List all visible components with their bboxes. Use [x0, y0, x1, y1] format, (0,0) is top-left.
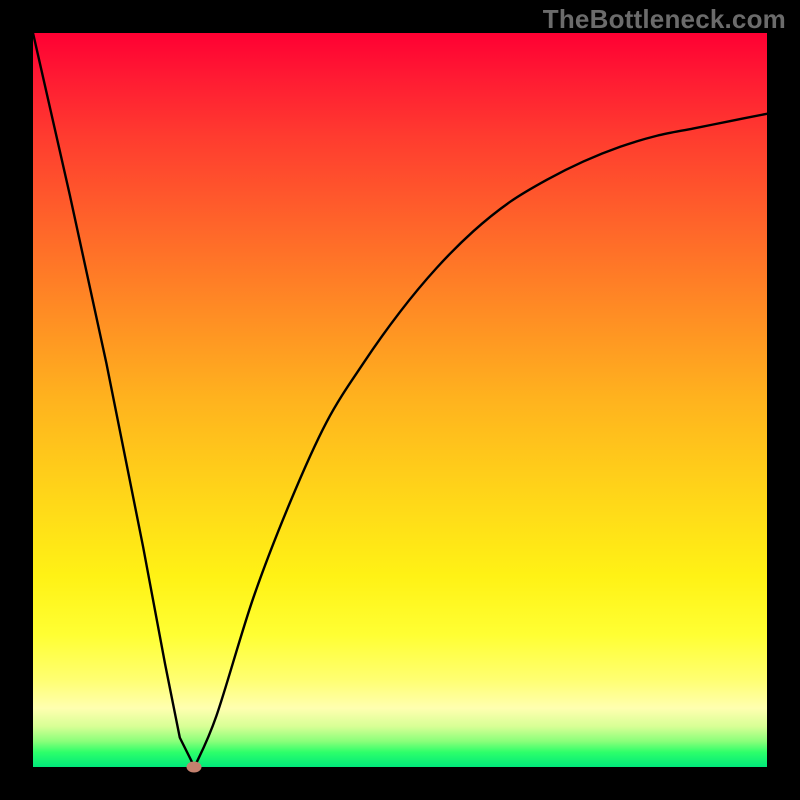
watermark-text: TheBottleneck.com — [543, 4, 786, 35]
optimal-point-marker — [187, 762, 202, 773]
curve-svg — [33, 33, 767, 767]
chart-frame: TheBottleneck.com — [0, 0, 800, 800]
plot-area — [33, 33, 767, 767]
bottleneck-curve — [33, 33, 767, 767]
